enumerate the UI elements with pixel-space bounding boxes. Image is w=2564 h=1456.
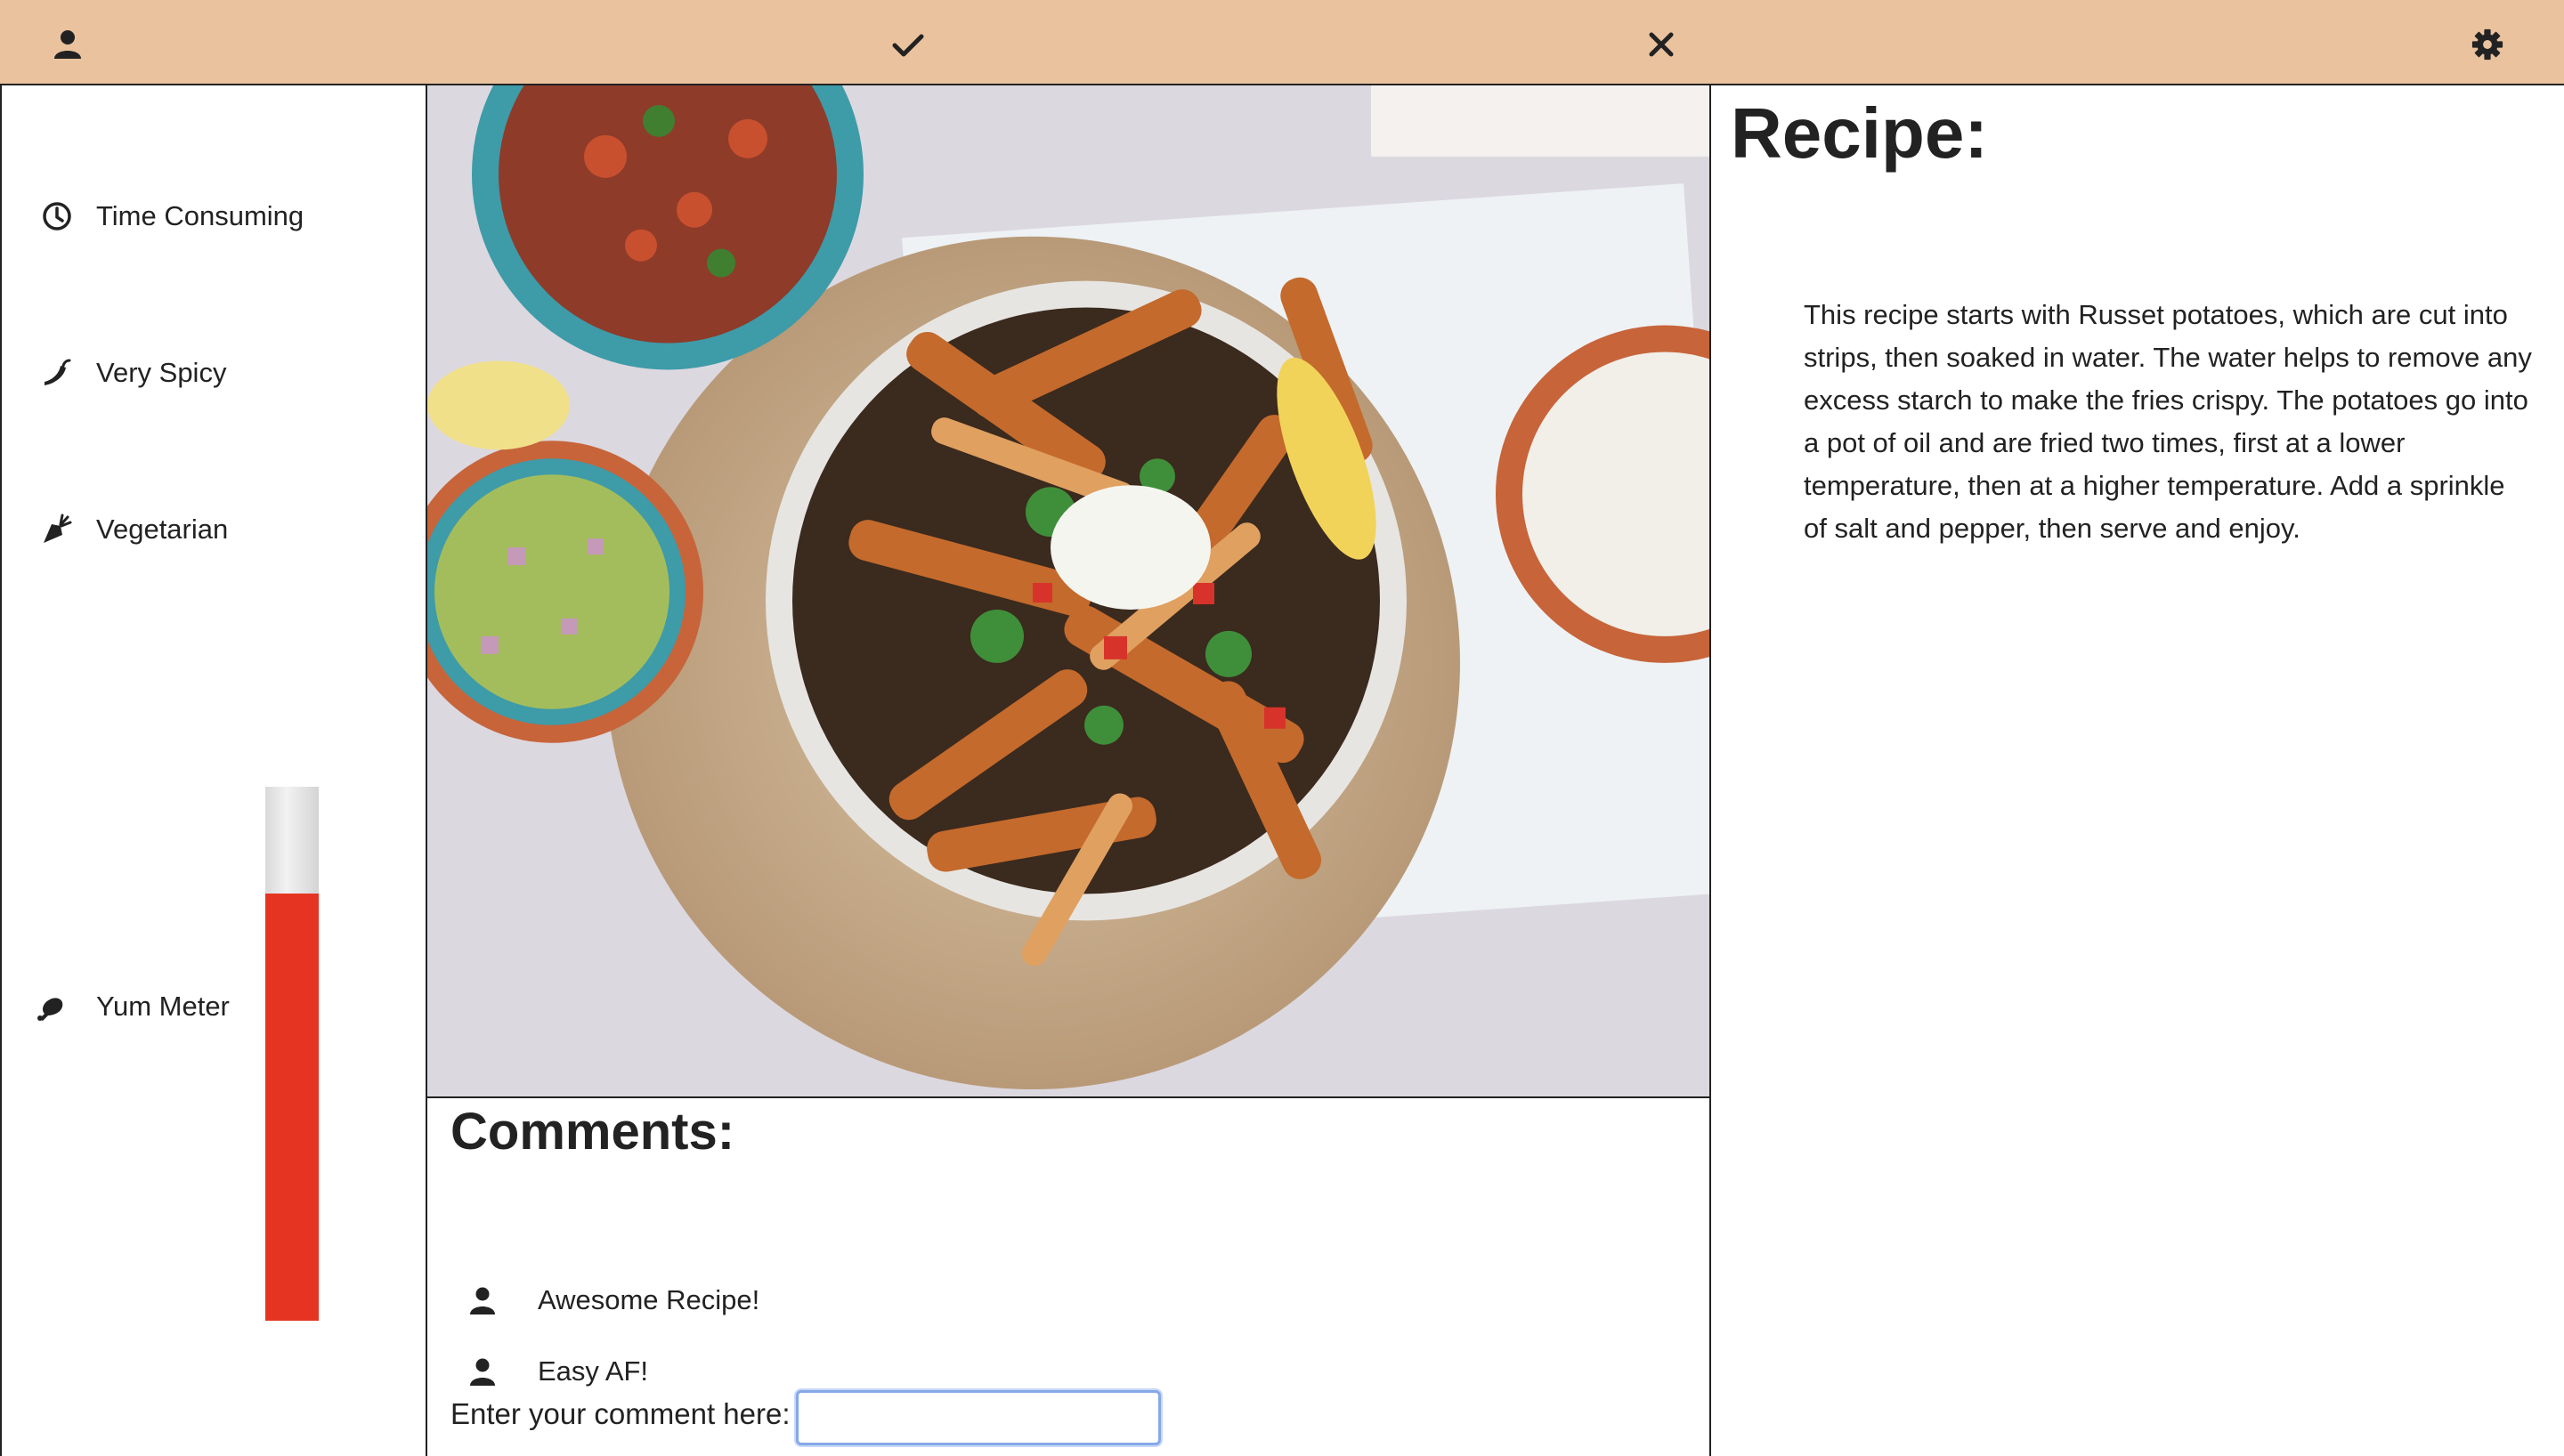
user-icon <box>467 1355 499 1387</box>
gear-icon[interactable] <box>2471 28 2503 61</box>
drumstick-icon <box>36 991 68 1023</box>
comment-entry: Enter your comment here: <box>450 1390 1161 1445</box>
recipe-text: This recipe starts with Russet potatoes,… <box>1804 299 2532 544</box>
top-bar <box>0 0 2564 85</box>
attribute-vegetarian: Vegetarian <box>41 507 228 552</box>
close-icon[interactable] <box>1643 27 1679 62</box>
user-icon[interactable] <box>50 27 85 62</box>
attribute-label: Very Spicy <box>96 357 227 388</box>
sidebar: Time Consuming Very Spicy Vegetarian Yum… <box>0 85 427 1456</box>
pepper-icon <box>41 357 73 389</box>
attribute-very-spicy: Very Spicy <box>41 351 226 395</box>
comment-input[interactable] <box>795 1390 1161 1445</box>
attribute-time-consuming: Time Consuming <box>41 194 304 239</box>
comment-entry-label: Enter your comment here: <box>450 1397 791 1430</box>
comments-title: Comments: <box>450 1103 735 1161</box>
comment-item: Awesome Recipe! <box>467 1278 759 1323</box>
attribute-label: Vegetarian <box>96 514 229 545</box>
check-icon[interactable] <box>890 27 926 62</box>
comment-text: Easy AF! <box>538 1355 649 1387</box>
yum-meter-label: Yum Meter <box>96 991 230 1022</box>
carrot-icon <box>41 514 73 546</box>
yum-meter-fill <box>265 894 319 1321</box>
clock-icon <box>41 200 73 232</box>
comment-item: Easy AF! <box>467 1349 648 1394</box>
user-icon <box>467 1284 499 1316</box>
yum-meter-bar <box>265 787 319 1321</box>
yum-meter-label-row: Yum Meter <box>36 984 230 1029</box>
comment-text: Awesome Recipe! <box>538 1284 760 1315</box>
recipe-photo <box>427 85 1709 1098</box>
attribute-label: Time Consuming <box>96 200 304 231</box>
recipe-title: Recipe: <box>1731 93 1988 173</box>
main-panel: Comments: Awesome Recipe! Easy AF! Enter… <box>427 85 1711 1456</box>
